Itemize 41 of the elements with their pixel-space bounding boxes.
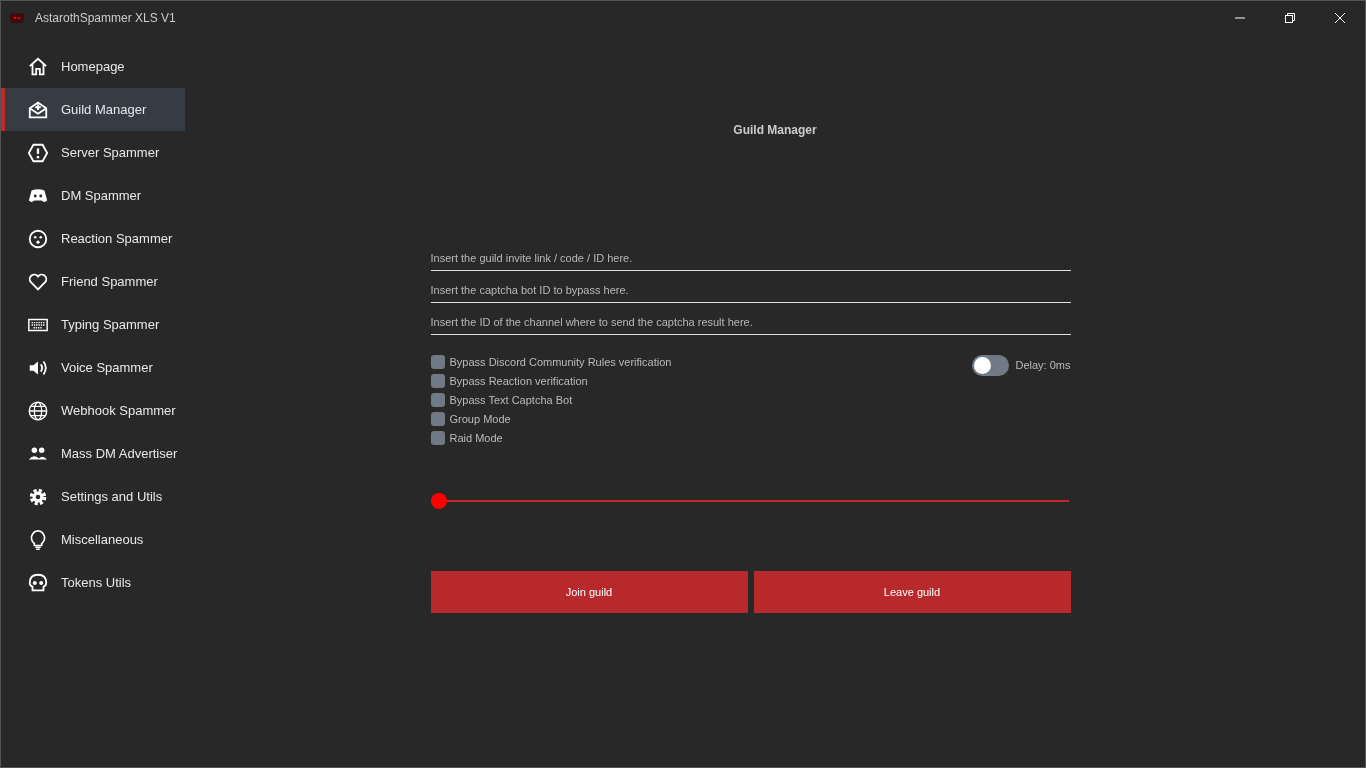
checkbox-label: Bypass Discord Community Rules verification bbox=[449, 356, 672, 368]
window-title: AstarothSpammer XLS V1 bbox=[35, 11, 177, 25]
checkbox-label: Raid Mode bbox=[449, 432, 503, 444]
page-title: Guild Manager bbox=[733, 123, 817, 137]
restore-icon bbox=[1284, 12, 1296, 24]
checkbox[interactable] bbox=[430, 355, 445, 369]
sidebar-item[interactable]: Server Spammer bbox=[1, 131, 185, 174]
home-icon bbox=[27, 55, 49, 78]
checkbox[interactable] bbox=[430, 393, 445, 407]
slider-thumb[interactable] bbox=[430, 493, 447, 509]
toggle-switch[interactable] bbox=[972, 355, 1010, 376]
sidebar-item[interactable]: Webhook Spammer bbox=[1, 389, 185, 432]
skull-icon bbox=[27, 571, 49, 594]
checkbox-label: Bypass Text Captcha Bot bbox=[449, 394, 573, 406]
sidebar-item[interactable]: DM Spammer bbox=[1, 174, 185, 217]
checkbox[interactable] bbox=[430, 412, 445, 426]
sidebar-item[interactable]: Mass DM Advertiser bbox=[1, 432, 185, 475]
action-button[interactable]: Leave guild bbox=[753, 571, 1071, 613]
sidebar-item[interactable]: Miscellaneous bbox=[1, 518, 185, 561]
input-field[interactable]: Insert the guild invite link / code / ID here. bbox=[430, 239, 1071, 271]
sidebar-item[interactable]: Tokens Utils bbox=[1, 561, 185, 604]
sidebar-item[interactable]: Homepage bbox=[1, 45, 185, 88]
checkbox[interactable] bbox=[430, 431, 445, 445]
sidebar-item[interactable]: Typing Spammer bbox=[1, 303, 185, 346]
checkbox[interactable] bbox=[430, 374, 445, 388]
app-logo-icon bbox=[9, 13, 25, 23]
input-field[interactable]: Insert the captcha bot ID to bypass here. bbox=[430, 271, 1071, 303]
sidebar-item[interactable]: Settings and Utils bbox=[1, 475, 185, 518]
sidebar-item[interactable]: Voice Spammer bbox=[1, 346, 185, 389]
face-icon bbox=[27, 227, 49, 250]
globe-icon bbox=[27, 399, 49, 422]
checkbox-label: Group Mode bbox=[449, 413, 511, 425]
close-icon bbox=[1334, 12, 1346, 24]
sidebar-item[interactable]: Friend Spammer bbox=[1, 260, 185, 303]
checkbox-label: Bypass Reaction verification bbox=[449, 375, 588, 387]
sidebar-item[interactable]: Reaction Spammer bbox=[1, 217, 185, 260]
input-field[interactable]: Insert the ID of the channel where to send the captcha result here. bbox=[430, 303, 1071, 335]
action-button[interactable]: Join guild bbox=[430, 571, 748, 613]
alert-icon bbox=[27, 141, 49, 164]
sidebar-item[interactable]: Guild Manager bbox=[1, 88, 185, 131]
delay-label: Delay: 0ms bbox=[1015, 358, 1071, 373]
